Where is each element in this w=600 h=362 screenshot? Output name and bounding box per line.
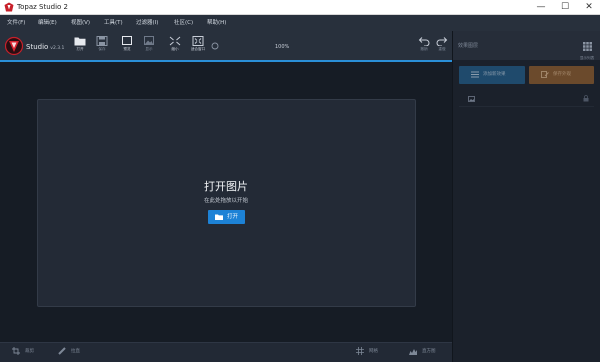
save-look-button[interactable]: 保存外观 [529,66,594,84]
menu-filters[interactable]: 过滤器(I) [136,15,158,31]
topaz-logo-icon [5,36,23,56]
shrink-tool-label: 缩小 [171,47,179,51]
histogram-button[interactable]: 直方图 [409,346,436,358]
display-tool-button[interactable]: 显示 [138,34,160,58]
menu-community[interactable]: 社区(C) [174,15,193,31]
circle-icon[interactable] [211,42,219,50]
preview-tool-button[interactable]: 预览 [116,34,138,58]
panel-header-line [453,60,600,62]
histogram-icon [409,348,417,355]
minimize-button[interactable]: — [530,0,552,15]
shrink-icon [169,36,181,46]
open-tool-button[interactable]: 打开 [69,34,91,58]
version-label: v2.3.1 [50,46,65,51]
grid-view-icon [582,42,592,51]
grid-button[interactable]: 网格 [356,346,378,358]
menu-view[interactable]: 视图(V) [71,15,90,31]
display-tool-label: 显示 [145,47,153,51]
save-tool-label: 保存 [98,47,106,51]
undo-icon [418,37,430,46]
save-look-label: 保存外观 [553,72,571,77]
redo-label: 重做 [438,47,446,51]
fit-window-tool-button[interactable]: 适合窗口 [187,34,209,58]
open-image-title: 打开图片 [204,180,248,193]
open-tool-label: 打开 [76,47,84,51]
compare-icon [122,36,132,45]
ruler-icon [58,346,66,355]
title-bar [0,0,600,15]
shrink-tool-button[interactable]: 缩小 [164,34,186,58]
save-icon [96,36,108,46]
redo-button[interactable]: 重做 [431,34,453,58]
toolbar [0,31,452,60]
lock-icon[interactable] [583,95,589,102]
drop-hint: 在此处拖放以开始 [203,198,248,204]
edit-look-icon [541,71,549,78]
straighten-button[interactable]: 拉直 [58,346,80,358]
fit-window-tool-label: 适合窗口 [190,47,206,51]
image-layer-icon [468,96,475,102]
preview-tool-label: 预览 [123,47,131,51]
brand-label: Studio v2.3.1 [26,43,64,51]
menu-file[interactable]: 文件(F) [7,15,25,31]
list-view-button[interactable]: 显示列表 [579,36,595,60]
add-effect-button[interactable]: 添加新效果 [459,66,525,84]
open-button-label: 打开 [227,214,239,220]
app-logo-icon [4,2,14,12]
menu-edit[interactable]: 编辑(E) [38,15,57,31]
grid-label: 网格 [369,349,378,354]
crop-icon [12,346,20,355]
straighten-label: 拉直 [71,349,80,354]
open-button[interactable]: 打开 [208,210,245,224]
layers-icon [471,71,479,78]
menu-bar: 文件(F) 编辑(E) 视图(V) 工具(T) 过滤器(I) 社区(C) 帮助(… [0,15,600,31]
base-layer-row[interactable] [459,91,594,107]
grid-icon [356,346,364,355]
histogram-label: 直方图 [422,349,436,354]
window-title: Topaz Studio 2 [17,3,68,11]
menu-tools[interactable]: 工具(T) [104,15,123,31]
folder-icon [215,214,223,220]
redo-icon [436,37,448,46]
add-effect-label: 添加新效果 [483,72,506,77]
crop-button[interactable]: 裁剪 [12,346,34,358]
menu-help[interactable]: 帮助(H) [207,15,226,31]
close-button[interactable]: ✕ [578,0,600,15]
brand-name: Studio [26,43,49,51]
crop-label: 裁剪 [25,349,34,354]
image-icon [144,36,154,45]
effects-panel-title: 效果图层 [458,43,479,49]
fit-icon [192,36,204,46]
save-tool-button[interactable]: 保存 [91,34,113,58]
zoom-level[interactable]: 100% [275,44,289,50]
maximize-button[interactable]: ☐ [554,0,576,15]
folder-icon [74,37,86,46]
